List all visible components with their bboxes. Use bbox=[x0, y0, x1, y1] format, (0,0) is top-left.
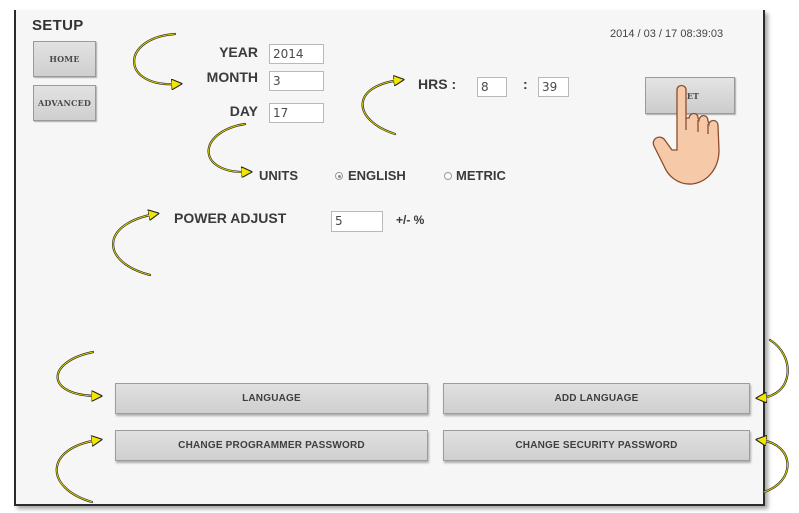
hours-field[interactable]: 8 bbox=[477, 77, 507, 97]
metric-option-label[interactable]: METRIC bbox=[456, 168, 506, 183]
year-label: YEAR bbox=[219, 44, 258, 60]
power-adjust-label: POWER ADJUST bbox=[174, 210, 287, 226]
hrs-label: HRS : bbox=[418, 76, 457, 92]
datetime-display: 2014 / 03 / 17 08:39:03 bbox=[610, 28, 724, 40]
minutes-field[interactable]: 39 bbox=[538, 77, 569, 97]
metric-radio[interactable] bbox=[444, 172, 452, 180]
units-label: UNITS bbox=[259, 168, 298, 183]
change-security-password-button[interactable]: CHANGE SECURITY PASSWORD bbox=[443, 430, 750, 461]
power-adjust-unit: +/- % bbox=[396, 213, 425, 227]
time-separator: : bbox=[523, 76, 528, 92]
english-option-label[interactable]: ENGLISH bbox=[348, 168, 406, 183]
english-radio[interactable] bbox=[335, 172, 343, 180]
advanced-button[interactable]: ADVANCED bbox=[33, 85, 96, 121]
power-adjust-field[interactable]: 5 bbox=[331, 211, 383, 232]
home-button[interactable]: HOME bbox=[33, 41, 96, 77]
add-language-button[interactable]: ADD LANGUAGE bbox=[443, 383, 750, 414]
setup-screen: SETUP 2014 / 03 / 17 08:39:03 HOME ADVAN… bbox=[14, 10, 765, 506]
year-field[interactable]: 2014 bbox=[269, 44, 324, 64]
month-field[interactable]: 3 bbox=[269, 71, 324, 91]
day-field[interactable]: 17 bbox=[269, 103, 324, 123]
language-button[interactable]: LANGUAGE bbox=[115, 383, 428, 414]
page-title: SETUP bbox=[32, 17, 84, 34]
month-label: MONTH bbox=[206, 69, 258, 85]
change-programmer-password-button[interactable]: CHANGE PROGRAMMER PASSWORD bbox=[115, 430, 428, 461]
set-button[interactable]: SET bbox=[645, 77, 735, 114]
day-label: DAY bbox=[229, 103, 258, 119]
